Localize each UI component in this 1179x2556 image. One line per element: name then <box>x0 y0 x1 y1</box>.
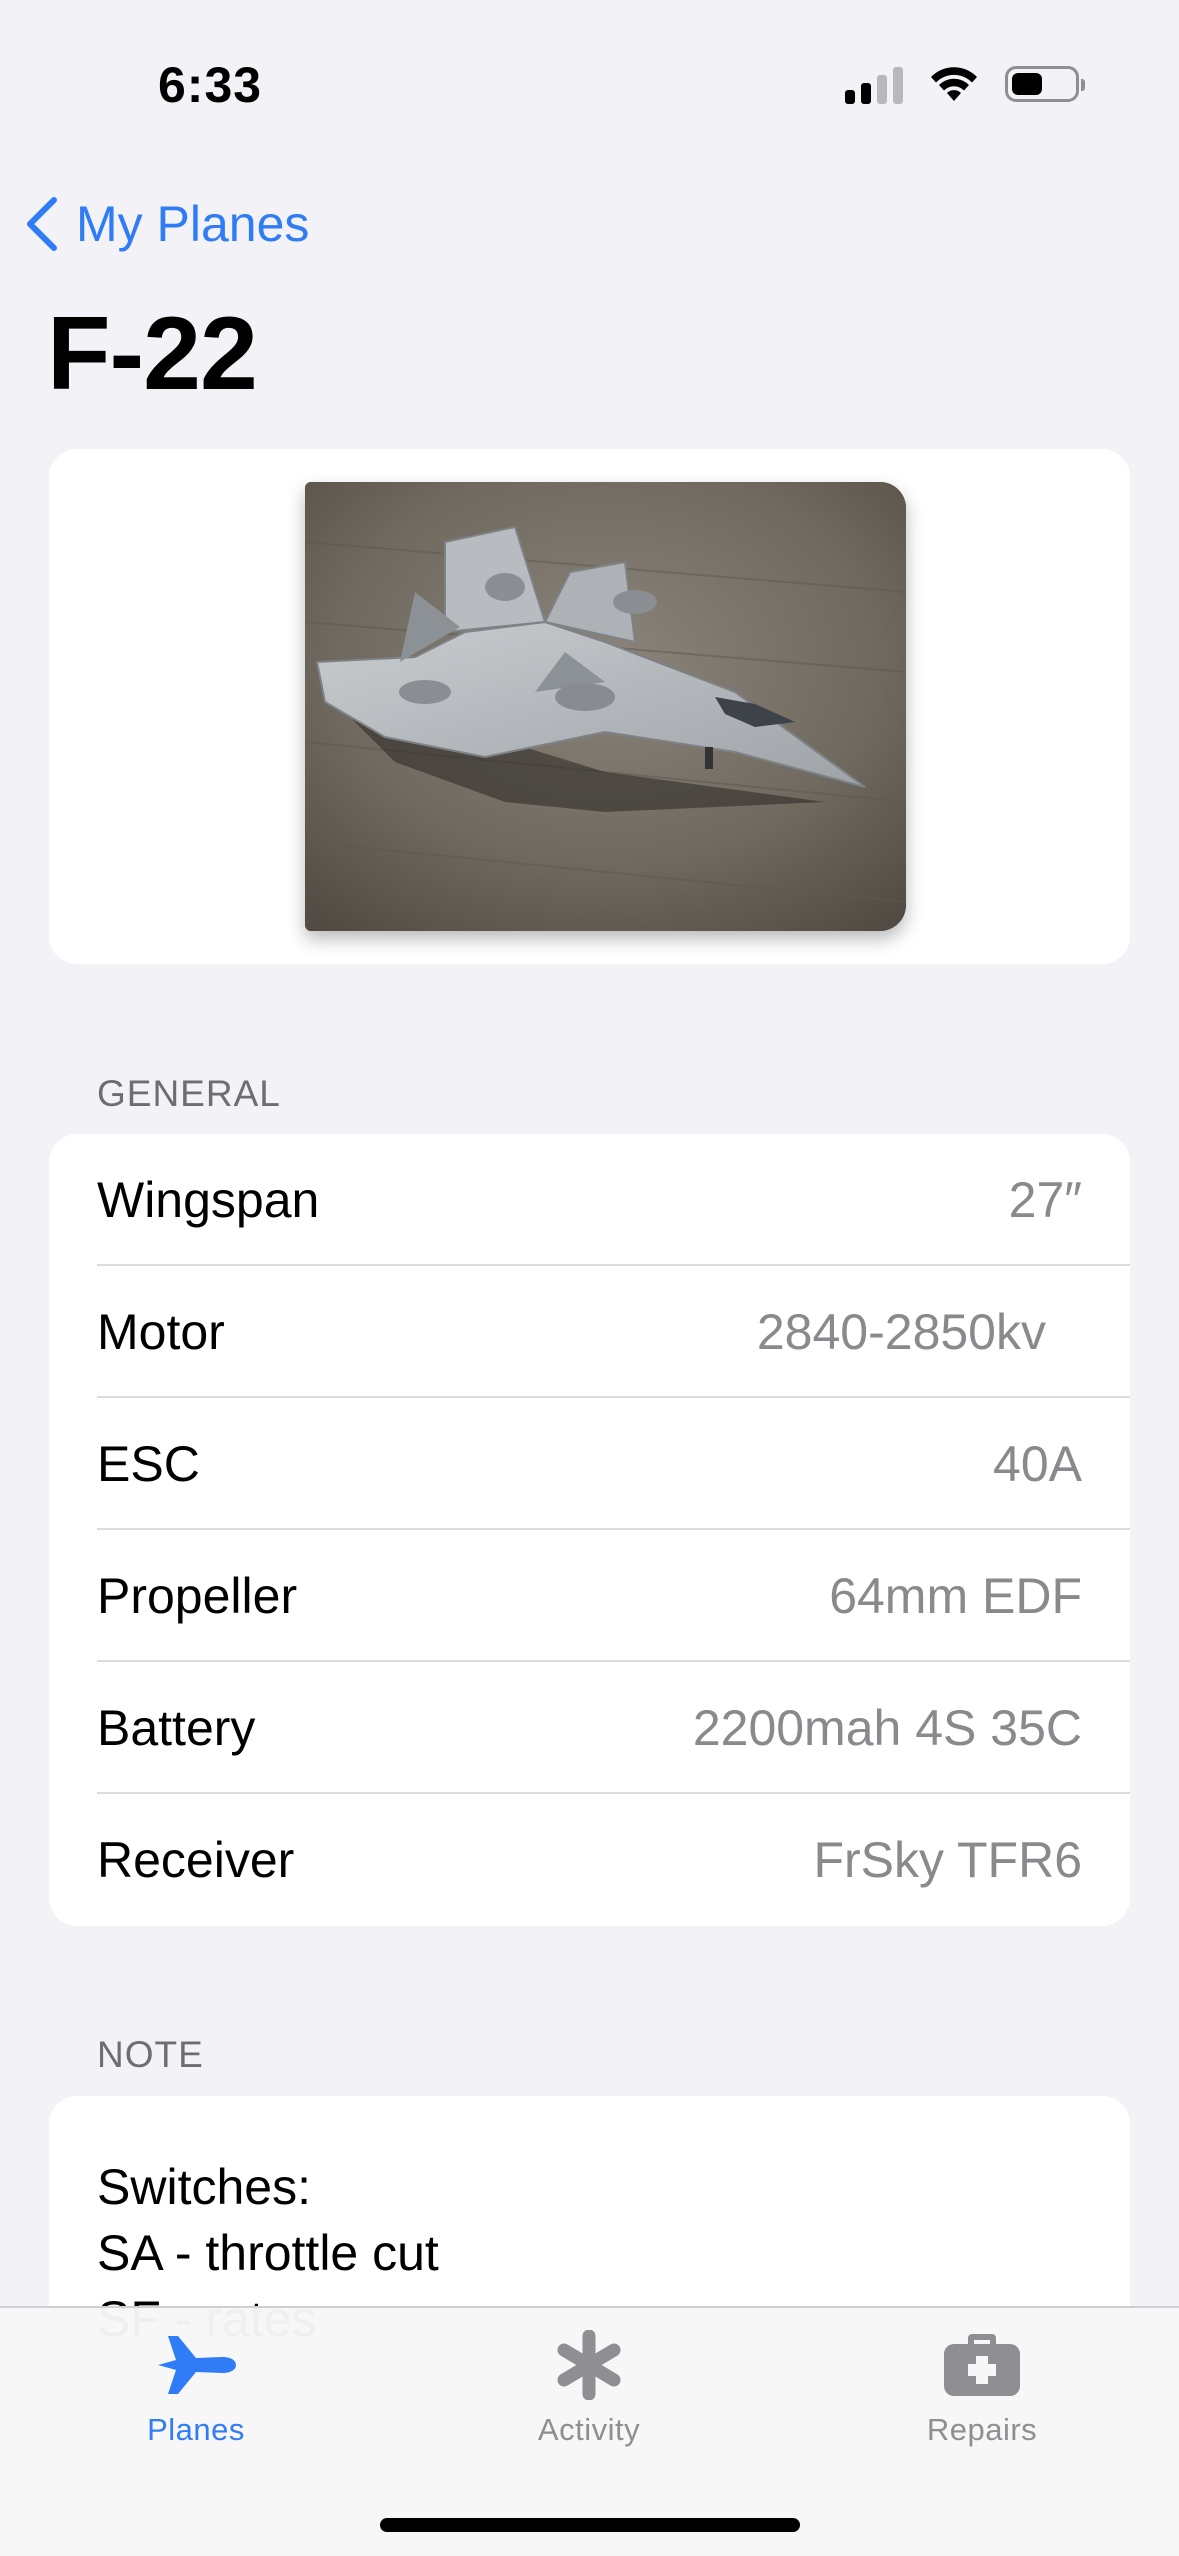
spec-row-receiver: Receiver FrSky TFR6 <box>97 1794 1130 1926</box>
spec-row-motor: Motor 2840-2850kv <box>97 1266 1130 1398</box>
wifi-icon <box>931 67 977 101</box>
plane-photo[interactable] <box>305 482 906 931</box>
back-label: My Planes <box>76 196 310 252</box>
spec-value: 64mm EDF <box>829 1568 1082 1624</box>
spec-row-esc: ESC 40A <box>97 1398 1130 1530</box>
note-section-header: NOTE <box>97 2034 204 2075</box>
tab-repairs[interactable]: Repairs <box>852 2330 1112 2448</box>
general-card: Wingspan 27″ Motor 2840-2850kv ESC 40A P… <box>49 1134 1130 1926</box>
spec-value: 27″ <box>1008 1172 1082 1228</box>
spec-label: Motor <box>97 1304 225 1360</box>
chevron-left-icon <box>27 197 57 251</box>
spec-value: 2200mah 4S 35C <box>692 1700 1082 1756</box>
battery-icon <box>1005 66 1085 102</box>
spec-value: 40A <box>993 1436 1082 1492</box>
home-indicator[interactable] <box>380 2518 800 2532</box>
f22-jet-photo <box>305 482 906 931</box>
back-button[interactable]: My Planes <box>24 195 309 253</box>
spec-value: FrSky TFR6 <box>813 1832 1082 1888</box>
spec-label: Receiver <box>97 1832 295 1888</box>
spec-row-wingspan: Wingspan 27″ <box>97 1134 1130 1266</box>
tab-label: Activity <box>537 2412 641 2447</box>
tab-planes[interactable]: Planes <box>66 2330 326 2448</box>
airplane-icon <box>158 2336 236 2394</box>
spec-row-battery: Battery 2200mah 4S 35C <box>97 1662 1130 1794</box>
general-section-header: GENERAL <box>97 1073 281 1114</box>
tab-activity[interactable]: Activity <box>459 2330 719 2448</box>
spec-label: ESC <box>97 1436 200 1492</box>
spec-row-propeller: Propeller 64mm EDF <box>97 1530 1130 1662</box>
status-time: 6:33 <box>158 57 263 113</box>
tab-label: Repairs <box>926 2412 1038 2447</box>
status-icons <box>845 64 1085 104</box>
first-aid-kit-icon <box>944 2334 1020 2396</box>
spec-label: Wingspan <box>97 1172 320 1228</box>
page-title: F-22 <box>47 296 258 412</box>
photo-card <box>49 449 1130 964</box>
spec-value: 2840-2850kv <box>756 1304 1046 1360</box>
tab-label: Planes <box>147 2412 245 2447</box>
spec-label: Battery <box>97 1700 256 1756</box>
plane-detail-screen: 6:33 My Planes F-22 GENERAL Wingspan 27″… <box>0 0 1179 2556</box>
asterisk-icon <box>557 2330 621 2400</box>
spec-label: Propeller <box>97 1568 298 1624</box>
cellular-signal-icon <box>845 64 903 104</box>
